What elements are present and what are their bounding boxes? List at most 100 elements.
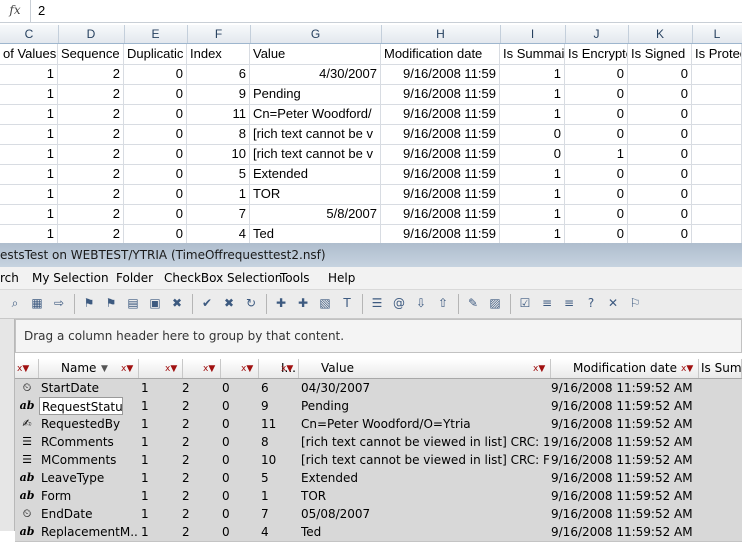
menu-item-checkbox-selection[interactable]: CheckBox Selection [164, 267, 282, 289]
cell[interactable]: 1 [0, 164, 58, 184]
filter-icon[interactable]: x▼ [121, 360, 133, 378]
list-item[interactable]: ☰ RComments 1 2 0 8 [rich text cannot be viewe… [15, 433, 742, 452]
cell-v3[interactable]: 0 [222, 505, 252, 523]
cell[interactable]: TOR [250, 184, 381, 204]
trash-icon[interactable]: ✖ [168, 294, 186, 312]
list-item[interactable]: ☰ MComments 1 2 0 10 [rich text cannot be view… [15, 451, 742, 470]
export-icon[interactable]: ⇨ [50, 294, 68, 312]
cell[interactable]: 1 [0, 184, 58, 204]
filter-icon[interactable]: x▼ [241, 360, 253, 378]
cell[interactable]: 7 [187, 204, 250, 224]
cell[interactable]: Ted [250, 224, 381, 244]
cell[interactable]: 1 [500, 104, 565, 124]
grid-column-header[interactable]: x▼ [183, 359, 221, 378]
cell[interactable]: 1 [500, 204, 565, 224]
cell[interactable]: 2 [58, 64, 124, 84]
cell[interactable]: 0 [124, 184, 187, 204]
grid-column-header[interactable]: Name x▼ ▼ [39, 359, 139, 378]
search-icon[interactable]: ⌕ [6, 294, 24, 312]
grid-column-header[interactable]: Modification date x▼ [551, 359, 699, 378]
cell-idx[interactable]: 7 [261, 505, 291, 523]
list-item[interactable]: ⏲ EndDate 1 2 0 7 05/08/2007 9/16/2008 11:59:52… [15, 505, 742, 524]
header-cell[interactable]: Modification date [381, 44, 500, 64]
cell[interactable]: 2 [58, 164, 124, 184]
cell-idx[interactable]: 9 [261, 397, 291, 415]
cell-v1[interactable]: 1 [141, 379, 171, 397]
cell-v1[interactable]: 1 [141, 523, 171, 541]
column-letter-e[interactable]: E [124, 25, 188, 43]
cell[interactable]: 9/16/2008 11:59 [381, 84, 500, 104]
cell[interactable] [692, 184, 742, 204]
cell[interactable]: 0 [565, 204, 628, 224]
header-cell[interactable]: Sequence [58, 44, 124, 64]
tree-icon[interactable]: ≡ [538, 294, 556, 312]
column-letter-c[interactable]: C [0, 25, 59, 43]
column-letter-k[interactable]: K [628, 25, 693, 43]
cell-mod[interactable]: 9/16/2008 11:59:52 AM [551, 523, 697, 541]
cell-v3[interactable]: 0 [222, 451, 252, 469]
cell-v3[interactable]: 0 [222, 487, 252, 505]
grid-column-header[interactable]: Is Summ [699, 359, 742, 378]
cell-name[interactable]: Form [41, 487, 137, 505]
cell-value[interactable]: [rich text cannot be viewed in list] CRC… [301, 451, 549, 469]
cell[interactable]: 2 [58, 84, 124, 104]
cell-v3[interactable]: 0 [222, 415, 252, 433]
cell[interactable]: 9 [187, 84, 250, 104]
formula-bar[interactable]: fx 2 [0, 0, 742, 23]
help-icon[interactable]: ? [582, 294, 600, 312]
header-cell[interactable]: Is Encrypte [565, 44, 628, 64]
filter-icon[interactable]: x▼ [681, 360, 693, 378]
cell[interactable]: 9/16/2008 11:59 [381, 224, 500, 244]
cell-v2[interactable]: 2 [182, 433, 212, 451]
cell[interactable] [692, 124, 742, 144]
cell[interactable]: [rich text cannot be v [250, 124, 381, 144]
cell[interactable]: 0 [565, 64, 628, 84]
header-cell[interactable]: Index [187, 44, 250, 64]
cell[interactable]: 4/30/2007 [250, 64, 381, 84]
tree-icon[interactable]: ≡ [560, 294, 578, 312]
cell[interactable]: 0 [124, 104, 187, 124]
list-item[interactable]: ✍ RequestedBy 1 2 0 11 Cn=Peter Woodford/O=Ytr… [15, 415, 742, 434]
cell-mod[interactable]: 9/16/2008 11:59:52 AM [551, 415, 697, 433]
cell[interactable]: Cn=Peter Woodford/ [250, 104, 381, 124]
cell[interactable]: 9/16/2008 11:59 [381, 124, 500, 144]
cell[interactable]: 1 [0, 224, 58, 244]
cell[interactable]: 10 [187, 144, 250, 164]
header-cell[interactable]: of Values [0, 44, 58, 64]
cell[interactable]: 6 [187, 64, 250, 84]
column-letter-l[interactable]: L [692, 25, 742, 43]
filter-icon[interactable]: x▼ [165, 360, 177, 378]
cell-v1[interactable]: 1 [141, 451, 171, 469]
filter-icon[interactable]: x▼ [533, 360, 545, 378]
cell[interactable]: 0 [565, 224, 628, 244]
cell-idx[interactable]: 4 [261, 523, 291, 541]
cell-v2[interactable]: 2 [182, 451, 212, 469]
menu-item-rch[interactable]: rch [0, 267, 19, 289]
cell[interactable]: 2 [58, 144, 124, 164]
cell-v1[interactable]: 1 [141, 505, 171, 523]
grid-column-header[interactable]: x▼ [139, 359, 183, 378]
left-panel-strip[interactable] [0, 319, 15, 531]
column-letter-d[interactable]: D [58, 25, 125, 43]
cell[interactable]: 0 [628, 164, 692, 184]
check-icon[interactable]: ✔ [198, 294, 216, 312]
cell-v2[interactable]: 2 [182, 469, 212, 487]
cell[interactable]: 0 [628, 184, 692, 204]
cell-mod[interactable]: 9/16/2008 11:59:52 AM [551, 469, 697, 487]
copy-icon[interactable]: ▣ [146, 294, 164, 312]
cell-value[interactable]: TOR [301, 487, 549, 505]
grid-column-header[interactable]: x▼ [15, 359, 39, 378]
cell[interactable]: 1 [500, 84, 565, 104]
add-icon[interactable]: ✚ [272, 294, 290, 312]
cell[interactable]: 0 [628, 104, 692, 124]
cell[interactable]: [rich text cannot be v [250, 144, 381, 164]
header-cell[interactable]: Value [250, 44, 381, 64]
cell-name[interactable]: EndDate [41, 505, 137, 523]
grid-column-header[interactable]: Value x▼ [299, 359, 551, 378]
cell-value[interactable]: Pending [301, 397, 549, 415]
cell[interactable]: 0 [500, 124, 565, 144]
cell-mod[interactable]: 9/16/2008 11:59:52 AM [551, 505, 697, 523]
at-icon[interactable]: @ [390, 294, 408, 312]
cell-idx[interactable]: 11 [261, 415, 291, 433]
cell-v3[interactable]: 0 [222, 469, 252, 487]
